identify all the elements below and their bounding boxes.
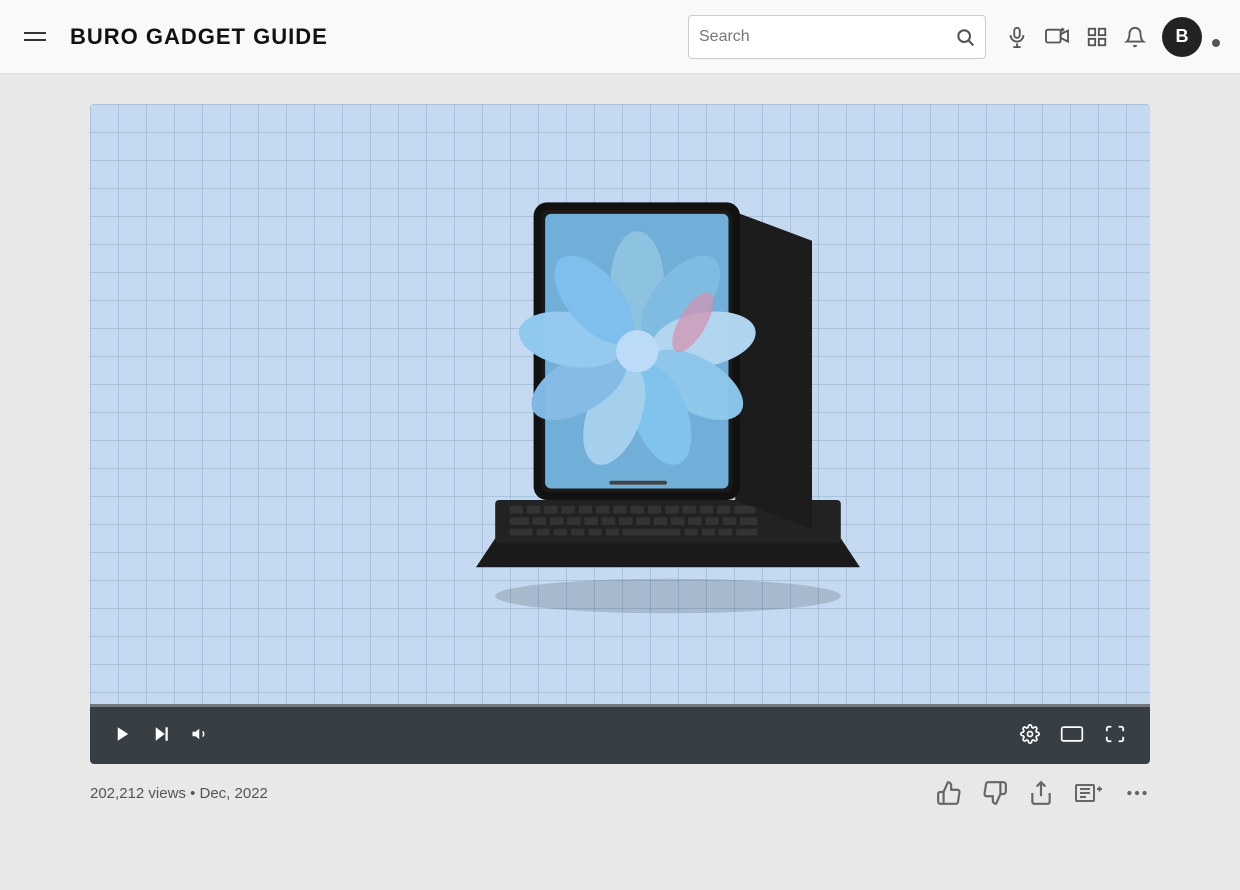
video-meta: 202,212 views • Dec, 2022	[90, 764, 1150, 822]
progress-bar[interactable]	[90, 704, 1150, 707]
like-icon	[936, 780, 962, 806]
bell-icon	[1124, 26, 1146, 48]
main-content: 202,212 views • Dec, 2022	[0, 74, 1240, 842]
share-button[interactable]	[1028, 780, 1054, 806]
like-button[interactable]	[936, 780, 962, 806]
share-icon	[1028, 780, 1054, 806]
microphone-button[interactable]	[1006, 26, 1028, 48]
tablet-illustration	[370, 164, 870, 644]
volume-button[interactable]	[186, 721, 214, 747]
menu-button[interactable]	[20, 28, 50, 45]
video-container	[90, 104, 1150, 764]
header-icons: B	[1006, 17, 1220, 57]
theater-icon	[1060, 724, 1084, 744]
hamburger-icon	[20, 28, 50, 45]
next-icon	[152, 725, 170, 743]
view-count: 202,212 views	[90, 785, 186, 802]
settings-icon	[1020, 724, 1040, 744]
search-container	[688, 15, 986, 59]
settings-button[interactable]	[1016, 720, 1044, 748]
dislike-icon	[982, 780, 1008, 806]
microphone-icon	[1006, 26, 1028, 48]
video-stats: 202,212 views • Dec, 2022	[90, 785, 936, 802]
avatar[interactable]: B	[1162, 17, 1202, 57]
volume-icon	[190, 725, 210, 743]
search-input[interactable]	[699, 28, 955, 46]
grid-icon	[1086, 26, 1108, 48]
more-icon	[1124, 780, 1150, 806]
play-icon	[114, 725, 132, 743]
create-video-button[interactable]	[1044, 26, 1070, 48]
create-video-icon	[1044, 26, 1070, 48]
video-controls-bar	[90, 704, 1150, 764]
search-icon	[955, 27, 975, 47]
dislike-button[interactable]	[982, 780, 1008, 806]
save-button[interactable]	[1074, 780, 1104, 806]
play-button[interactable]	[110, 721, 136, 747]
more-options-button[interactable]	[1124, 780, 1150, 806]
notifications-button[interactable]	[1124, 26, 1146, 48]
header: BURO GADGET GUIDE	[0, 0, 1240, 74]
fullscreen-button[interactable]	[1100, 720, 1130, 748]
theater-mode-button[interactable]	[1056, 720, 1088, 748]
upload-date: Dec, 2022	[200, 785, 268, 802]
video-actions	[936, 780, 1150, 806]
dot-indicator	[1212, 39, 1220, 47]
search-button[interactable]	[955, 27, 975, 47]
video-thumbnail[interactable]	[90, 104, 1150, 704]
fullscreen-icon	[1104, 724, 1126, 744]
next-button[interactable]	[148, 721, 174, 747]
site-title: BURO GADGET GUIDE	[70, 24, 328, 50]
save-icon	[1074, 780, 1104, 806]
separator: •	[190, 785, 199, 802]
apps-button[interactable]	[1086, 26, 1108, 48]
